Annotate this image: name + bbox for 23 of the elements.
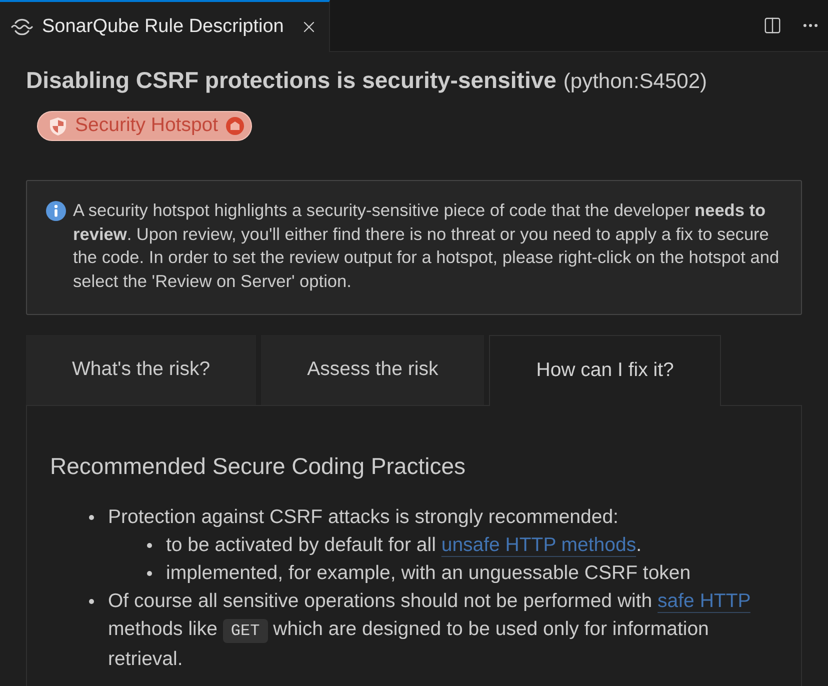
bullet-icon xyxy=(147,570,152,576)
bullet-icon xyxy=(89,514,94,520)
list-item-text: to be activated by default for all unsafe HTTP methods. xyxy=(166,533,642,558)
list-item-text: Protection against CSRF attacks is strongly recommended: xyxy=(108,505,618,530)
split-editor-icon[interactable] xyxy=(762,16,782,36)
inline-code: GET xyxy=(222,619,268,643)
shield-icon xyxy=(49,116,67,136)
bullet-icon xyxy=(89,598,94,604)
rule-key: (python:S4502) xyxy=(563,70,708,93)
section-heading: Recommended Secure Coding Practices xyxy=(50,452,466,480)
section-tab[interactable]: Assess the risk xyxy=(261,335,484,405)
info-icon xyxy=(46,201,66,221)
rule-title: Disabling CSRF protections is security-sensitive xyxy=(26,67,556,93)
section-tab[interactable]: What's the risk? xyxy=(26,335,256,405)
severity-icon xyxy=(226,117,244,135)
section-tab[interactable]: How can I fix it? xyxy=(489,335,721,406)
hotspot-label: Security Hotspot xyxy=(75,113,218,138)
notice-text: A security hotspot highlights a security-sensitive piece of code that the developer needs to review. Upon review, you'll either find there is no threat or you need to apply a fix to secure the code. In order to set the review output for a hotspot, please right-click on the hotspot and select the 'Review on Server' option. xyxy=(73,199,780,293)
bullet-icon xyxy=(147,542,152,548)
editor-tab[interactable]: SonarQube Rule Description xyxy=(0,0,330,52)
list-item-text: Of course all sensitive operations should not be performed with safe HTTP methods like GET which are designed to be used only for information retrieval. xyxy=(108,589,752,672)
wave-circle-icon xyxy=(11,17,33,37)
list-item-text: implemented, for example, with an unguessable CSRF token xyxy=(166,561,691,586)
